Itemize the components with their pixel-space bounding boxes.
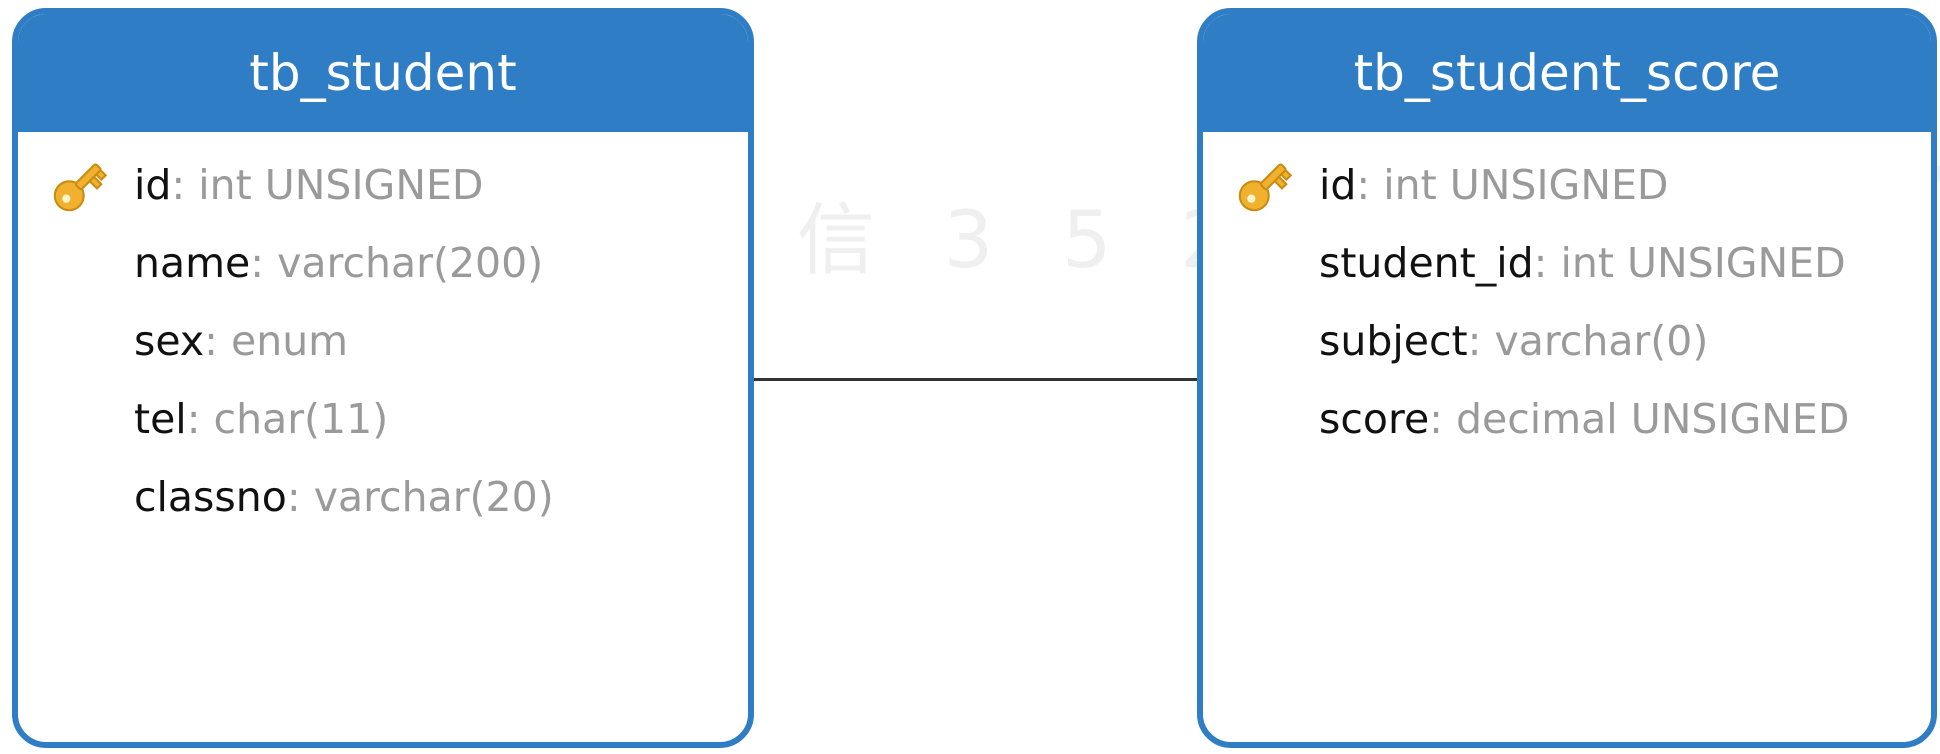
table-tb-student-score[interactable]: tb_student_score id: int UNSIGNED studen… [1197,8,1937,748]
column-row-classno[interactable]: classno: varchar(20) [18,458,748,536]
column-row-tel[interactable]: tel: char(11) [18,380,748,458]
column-label: id: int UNSIGNED [134,161,484,209]
column-label: sex: enum [134,317,349,365]
column-row-id[interactable]: id: int UNSIGNED [1203,146,1931,224]
column-label: student_id: int UNSIGNED [1319,239,1846,287]
table-tb-student[interactable]: tb_student id: int UNSIGNED name: varcha… [12,8,754,748]
column-row-subject[interactable]: subject: varchar(0) [1203,302,1931,380]
column-row-sex[interactable]: sex: enum [18,302,748,380]
column-row-name[interactable]: name: varchar(200) [18,224,748,302]
column-label: name: varchar(200) [134,239,544,287]
table-title: tb_student [18,14,748,132]
column-row-score[interactable]: score: decimal UNSIGNED [1203,380,1931,458]
column-list: id: int UNSIGNED name: varchar(200) sex:… [18,132,748,536]
table-title: tb_student_score [1203,14,1931,132]
key-icon [53,163,108,212]
key-icon [1238,163,1293,212]
column-label: id: int UNSIGNED [1319,161,1669,209]
column-row-id[interactable]: id: int UNSIGNED [18,146,748,224]
column-label: score: decimal UNSIGNED [1319,395,1850,443]
column-list: id: int UNSIGNED student_id: int UNSIGNE… [1203,132,1931,458]
column-row-student-id[interactable]: student_id: int UNSIGNED [1203,224,1931,302]
er-diagram: 微 信 3 5 2 8 5 2 7 9 2 微 信 3 5 2 8 5 2 tb… [0,0,1940,754]
column-label: classno: varchar(20) [134,473,554,521]
column-label: tel: char(11) [134,395,389,443]
relationship-line [754,378,1197,381]
column-label: subject: varchar(0) [1319,317,1709,365]
